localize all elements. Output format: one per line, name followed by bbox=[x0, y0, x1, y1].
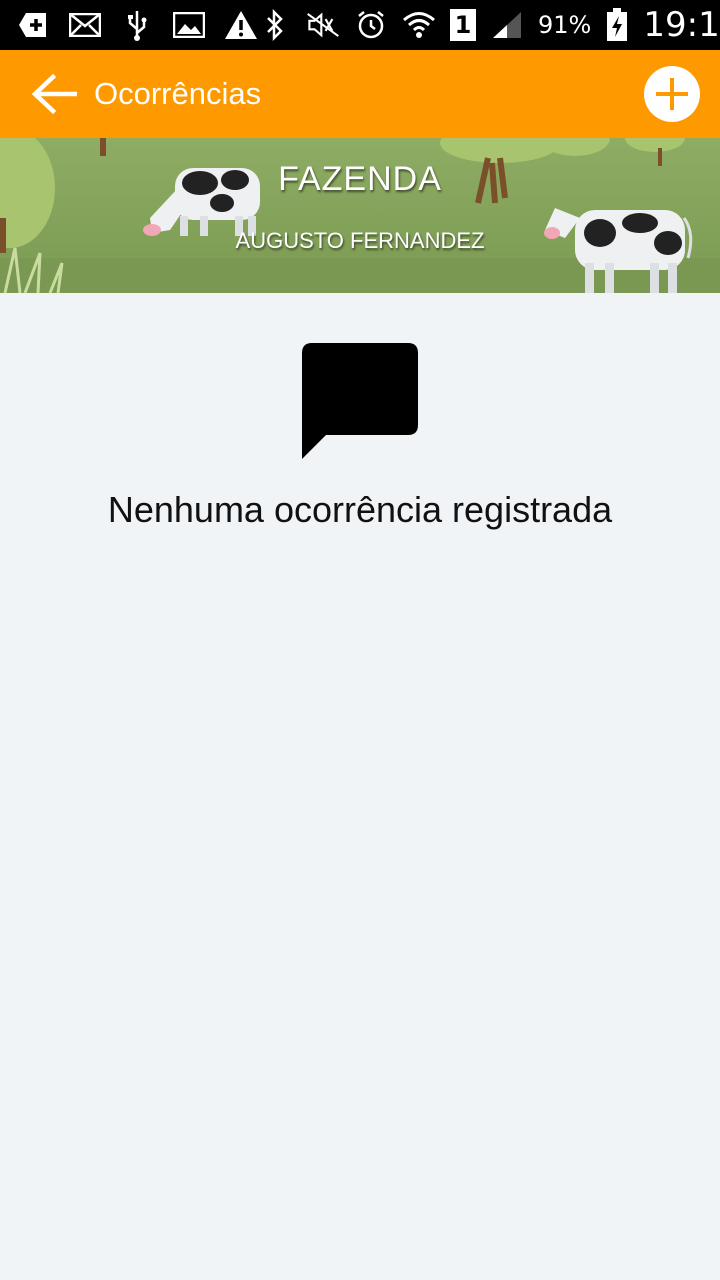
farm-owner-name: AUGUSTO FERNANDEZ bbox=[235, 228, 485, 253]
sim-slot-icon: 1 bbox=[450, 9, 476, 41]
signal-icon bbox=[490, 8, 524, 42]
farm-title: FAZENDA bbox=[278, 160, 442, 198]
chat-bubble-icon bbox=[302, 343, 418, 459]
image-icon bbox=[172, 8, 206, 42]
add-occurrence-button[interactable] bbox=[644, 66, 700, 122]
back-button[interactable] bbox=[22, 62, 86, 126]
status-bar: 1 91% 19:11 bbox=[0, 0, 720, 50]
alarm-icon bbox=[354, 8, 388, 42]
clock: 19:11 bbox=[643, 5, 720, 45]
farm-banner: FAZENDA AUGUSTO FERNANDEZ bbox=[0, 138, 720, 293]
page-title: Ocorrências bbox=[94, 76, 262, 111]
bluetooth-icon bbox=[258, 8, 292, 42]
sim-slot-number: 1 bbox=[454, 11, 472, 39]
empty-state-message: Nenhuma ocorrência registrada bbox=[107, 489, 613, 530]
mute-icon bbox=[306, 8, 340, 42]
add-notification-icon bbox=[16, 8, 50, 42]
plus-icon bbox=[656, 78, 688, 110]
arrow-left-icon bbox=[31, 74, 77, 114]
wifi-icon bbox=[402, 8, 436, 42]
battery-charging-icon bbox=[605, 8, 629, 42]
app-bar: Ocorrências bbox=[0, 50, 720, 138]
usb-icon bbox=[120, 8, 154, 42]
warning-icon bbox=[224, 8, 258, 42]
mail-icon bbox=[68, 8, 102, 42]
battery-percent: 91% bbox=[538, 11, 592, 39]
